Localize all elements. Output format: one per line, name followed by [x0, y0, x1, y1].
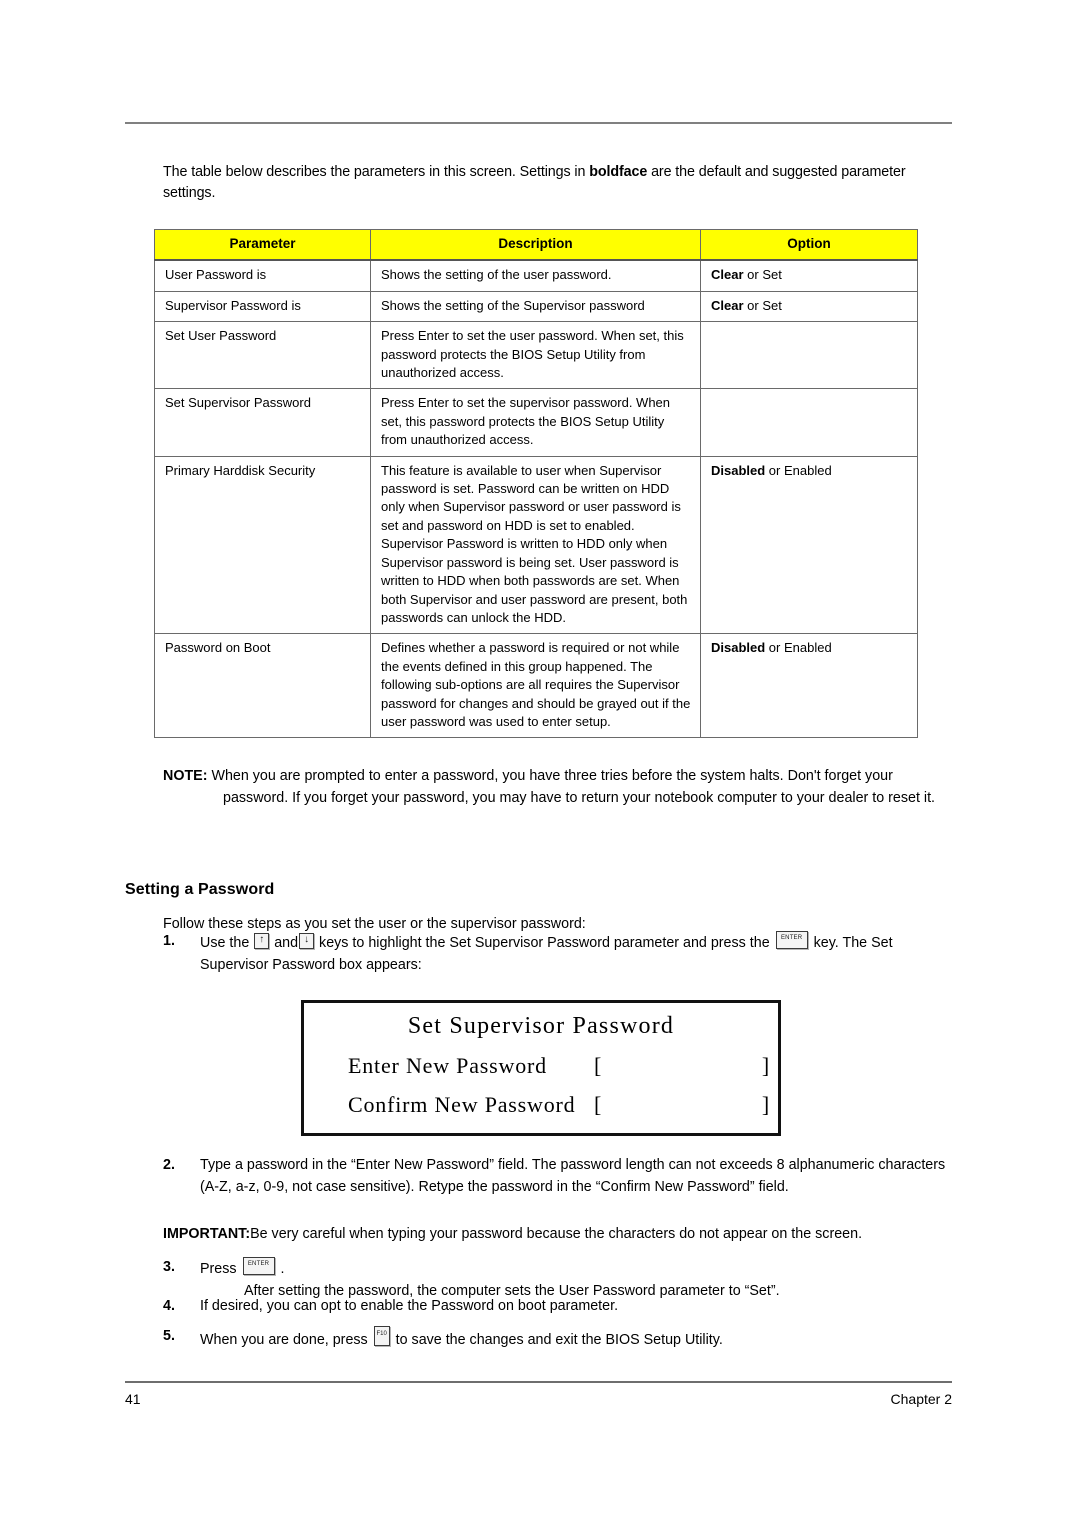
note-block: NOTE: When you are prompted to enter a p…: [163, 766, 953, 809]
step-1-part3: keys to highlight the Set Supervisor Pas…: [315, 935, 774, 951]
intro-boldface-word: boldface: [589, 164, 648, 181]
section-heading: Setting a Password: [125, 881, 275, 899]
step-3-number: 3.: [163, 1259, 175, 1275]
bios-dialog-title: Set Supervisor Password: [407, 1013, 675, 1039]
option-alternatives: or Set: [743, 297, 782, 313]
cell-option: [700, 388, 918, 457]
step-1: 1. Use the ↑ and ↓ keys to highlight the …: [163, 931, 953, 976]
step-1-number: 1.: [163, 933, 175, 949]
important-label: IMPORTANT:: [163, 1226, 251, 1242]
table-row: Set Supervisor Password Press Enter to s…: [154, 388, 918, 457]
option-alternatives: or Set: [743, 267, 782, 283]
table-row: User Password is Shows the setting of th…: [154, 259, 918, 292]
step-3-part1: Press: [200, 1261, 241, 1277]
cell-description: Press Enter to set the supervisor passwo…: [370, 388, 701, 457]
step-5: 5. When you are done, press F10 to save …: [163, 1326, 953, 1352]
table-header-row: Parameter Description Option: [154, 229, 918, 262]
option-default: Disabled: [711, 462, 766, 478]
step-5-text: When you are done, press F10 to save the…: [200, 1326, 953, 1352]
step-4-text: If desired, you can opt to enable the Pa…: [200, 1298, 619, 1314]
header-divider: [125, 122, 952, 124]
step-1-part1: Use the: [200, 935, 254, 951]
step-5-part2: to save the changes and exit the BIOS Se…: [391, 1332, 723, 1348]
bios-enter-bracket-close: ]: [761, 1053, 770, 1078]
step-2: 2. Type a password in the “Enter New Pas…: [163, 1155, 953, 1198]
option-alternatives: or Enabled: [765, 640, 832, 656]
column-header-description: Description: [370, 229, 701, 262]
column-header-option: Option: [700, 229, 918, 262]
cell-parameter: Set User Password: [154, 321, 371, 390]
important-note: IMPORTANT:Be very careful when typing yo…: [163, 1224, 963, 1245]
table-row: Set User Password Press Enter to set the…: [154, 321, 918, 390]
step-4: 4. If desired, you can opt to enable the…: [163, 1296, 953, 1318]
cell-description: Press Enter to set the user password. Wh…: [370, 321, 701, 390]
cell-option: Clear or Set: [700, 290, 918, 323]
intro-paragraph: The table below describes the parameters…: [163, 162, 953, 204]
option-alternatives: or Enabled: [765, 462, 832, 478]
enter-key-icon: ENTER: [242, 1257, 275, 1275]
step-1-part2: and: [270, 935, 299, 951]
parameter-table: Parameter Description Option User Passwo…: [154, 229, 918, 739]
footer-chapter-label: Chapter 2: [890, 1391, 952, 1407]
step-2-number: 2.: [163, 1157, 175, 1173]
cell-parameter: Primary Harddisk Security: [154, 455, 371, 635]
option-default: Clear: [711, 297, 744, 313]
step-5-part1: When you are done, press: [200, 1332, 372, 1348]
table-row: Supervisor Password is Shows the setting…: [154, 290, 918, 323]
step-2-text: Type a password in the “Enter New Passwo…: [200, 1157, 946, 1195]
step-4-number: 4.: [163, 1298, 175, 1314]
step-1-text: Use the ↑ and ↓ keys to highlight the Set…: [200, 931, 953, 976]
bios-confirm-new-password-row: Confirm New Password [ ]: [304, 1092, 778, 1118]
bios-enter-new-password-row: Enter New Password [ ]: [304, 1053, 778, 1079]
step-5-number: 5.: [163, 1328, 175, 1344]
cell-parameter: Set Supervisor Password: [154, 388, 371, 457]
option-default: Disabled: [711, 640, 766, 656]
column-header-parameter: Parameter: [154, 229, 371, 262]
cell-parameter: Password on Boot: [154, 633, 371, 739]
f10-key-icon: F10: [373, 1326, 390, 1346]
note-text: When you are prompted to enter a passwor…: [211, 768, 936, 806]
cell-option: [700, 321, 918, 390]
footer-page-number: 41: [125, 1391, 141, 1407]
bios-set-supervisor-password-dialog: Set Supervisor Password Enter New Passwo…: [301, 1000, 781, 1136]
bios-confirm-bracket-open: [: [594, 1092, 603, 1117]
cell-description: This feature is available to user when S…: [370, 455, 701, 635]
option-default: Clear: [711, 267, 744, 283]
step-3-part2: .: [276, 1261, 285, 1277]
bios-enter-bracket-open: [: [594, 1053, 603, 1078]
intro-text-before: The table below describes the parameters…: [163, 164, 590, 181]
note-body-wrapper: NOTE: When you are prompted to enter a p…: [163, 766, 953, 809]
cell-option: Disabled or Enabled: [700, 455, 918, 635]
table-row: Password on Boot Defines whether a passw…: [154, 633, 918, 739]
enter-key-icon: ENTER: [775, 931, 808, 949]
cell-option: Clear or Set: [700, 259, 918, 292]
bios-confirm-bracket-close: ]: [761, 1092, 770, 1117]
cell-description: Defines whether a password is required o…: [370, 633, 701, 739]
footer-divider: [125, 1381, 952, 1383]
cell-description: Shows the setting of the user password.: [370, 259, 701, 292]
note-label: NOTE:: [163, 768, 208, 784]
document-page: The table below describes the parameters…: [0, 0, 1080, 1528]
bios-enter-new-password-label: Enter New Password: [348, 1053, 547, 1078]
cell-option: Disabled or Enabled: [700, 633, 918, 739]
cell-parameter: Supervisor Password is: [154, 290, 371, 323]
table-row: Primary Harddisk Security This feature i…: [154, 455, 918, 635]
cell-description: Shows the setting of the Supervisor pass…: [370, 290, 701, 323]
arrow-up-key-icon: ↑: [254, 933, 270, 949]
important-text: Be very careful when typing your passwor…: [250, 1226, 863, 1242]
cell-parameter: User Password is: [154, 259, 371, 292]
bios-confirm-new-password-label: Confirm New Password: [348, 1092, 576, 1117]
arrow-down-key-icon: ↓: [299, 933, 315, 949]
